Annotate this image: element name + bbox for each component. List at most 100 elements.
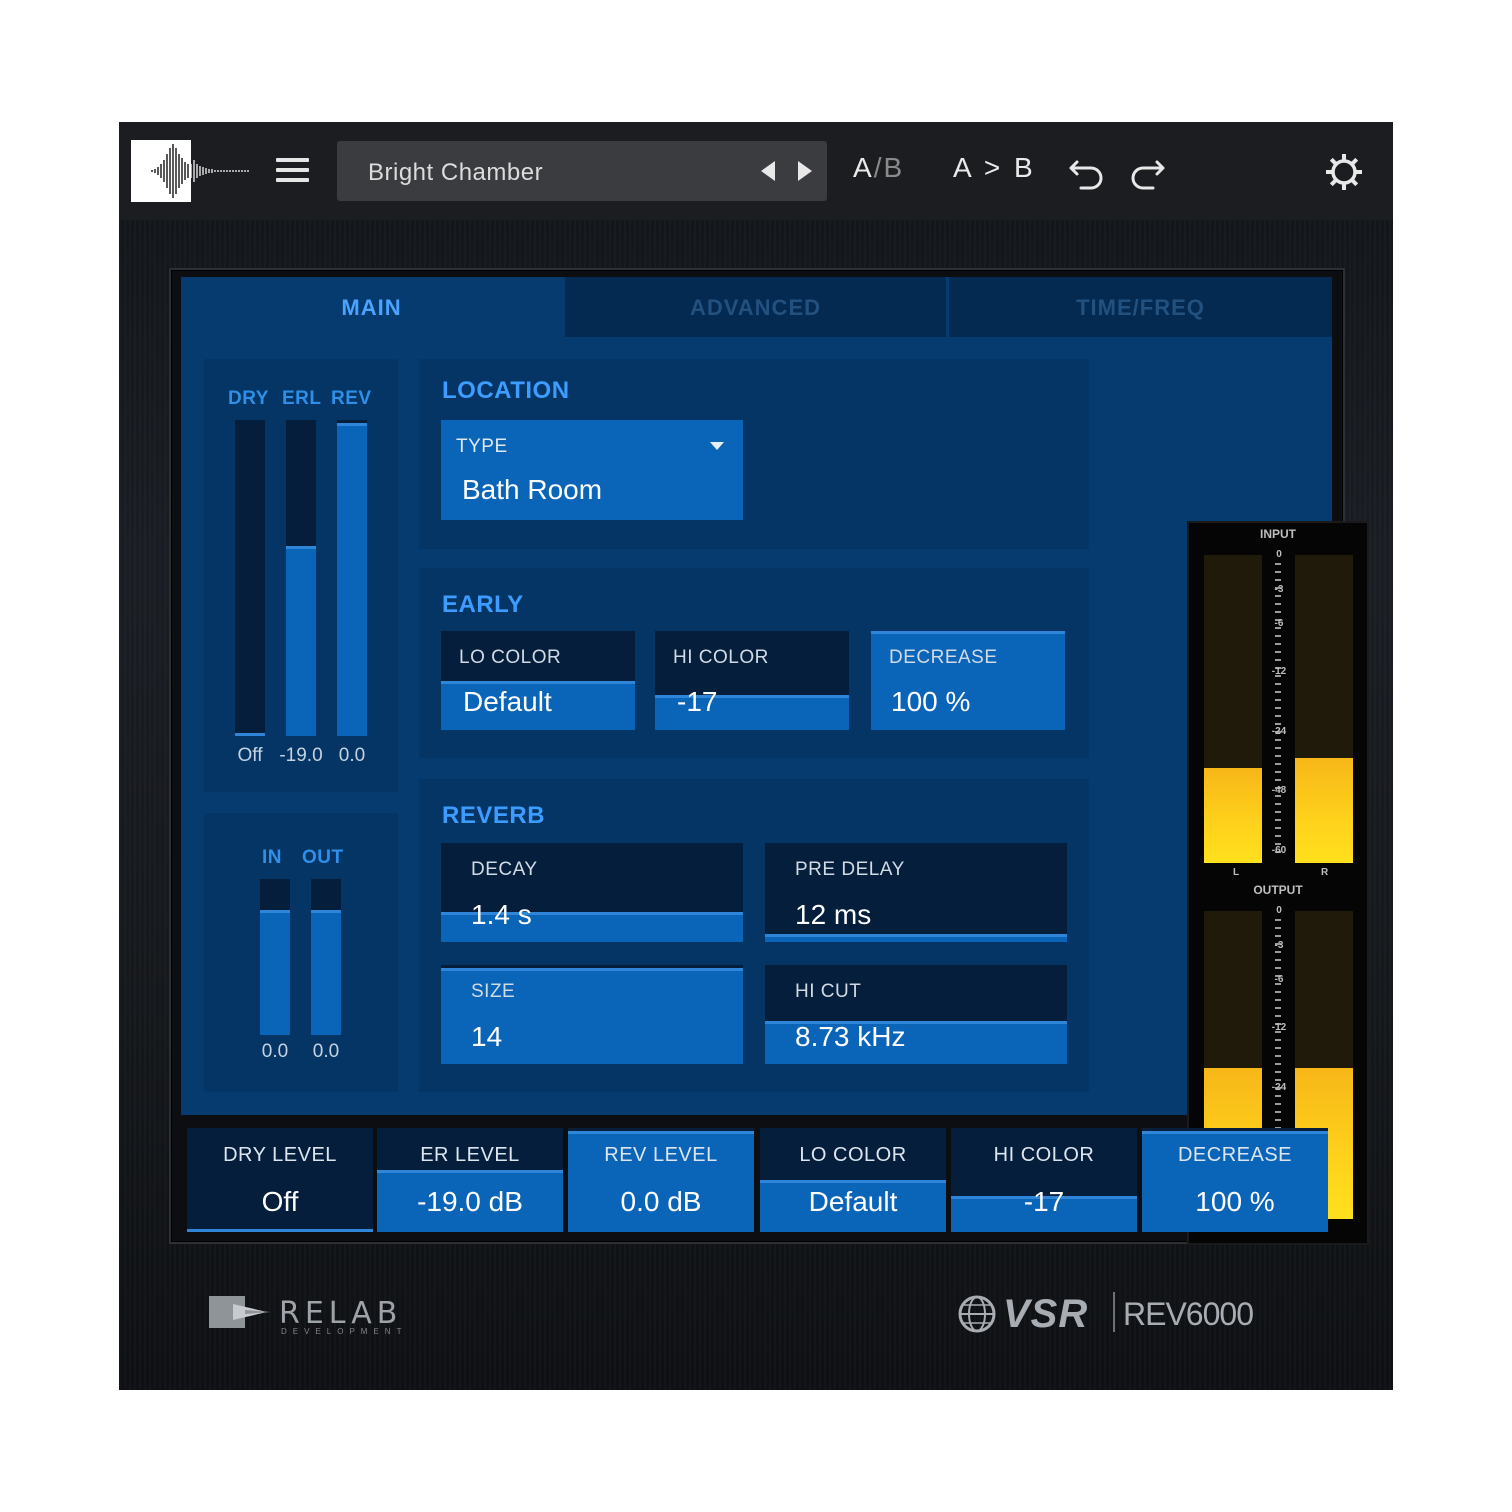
reverb-size-control[interactable]: SIZE 14	[441, 965, 743, 1064]
reverb-decay-label: DECAY	[471, 859, 538, 880]
bottom-decrease-value: 100 %	[1195, 1186, 1275, 1217]
relab-subtitle: DEVELOPMENT	[281, 1327, 408, 1336]
vsr-wordmark: VSR	[1003, 1292, 1089, 1336]
meter-scale-label: -48	[1271, 785, 1287, 797]
out-level-value: 0.0	[312, 1041, 340, 1062]
meter-scale-label: -6	[1274, 974, 1284, 986]
erl-level-slider[interactable]	[286, 420, 316, 736]
top-toolbar: Bright Chamber A/B A > B	[119, 122, 1393, 220]
relab-mark-icon	[209, 1296, 271, 1328]
output-meter-title: OUTPUT	[1253, 883, 1303, 897]
meter-scale-label: 0	[1276, 905, 1282, 916]
out-meter-label: OUT	[302, 847, 344, 868]
reverb-hi-cut-value: 8.73 kHz	[795, 1021, 906, 1052]
early-lo-color-control[interactable]: LO COLOR Default	[441, 631, 635, 730]
input-right-label: R	[1321, 867, 1329, 878]
out-level-slider[interactable]	[311, 879, 341, 1035]
tab-time-freq[interactable]: TIME/FREQ	[949, 277, 1332, 337]
preset-next-arrow-icon[interactable]	[798, 161, 812, 181]
a-to-b-copy-button[interactable]: A > B	[953, 152, 1036, 184]
reverb-pre-delay-label: PRE DELAY	[795, 859, 905, 880]
bottom-decrease-label: DECREASE	[1177, 1144, 1293, 1166]
meter-scale-label: -24	[1271, 725, 1287, 737]
reverb-decay-value: 1.4 s	[471, 899, 532, 930]
early-lo-color-value: Default	[463, 686, 552, 717]
ab-toggle-b: B	[883, 152, 905, 183]
vsr-rev6000-logo: VSR REV6000	[957, 1290, 1317, 1340]
tab-advanced[interactable]: ADVANCED	[565, 277, 946, 337]
early-hi-color-control[interactable]: HI COLOR -17	[655, 631, 849, 730]
globe-icon	[958, 1295, 996, 1333]
bottom-lo-color-value: Default	[808, 1186, 898, 1217]
bottom-hi-color-value: -17	[1023, 1186, 1065, 1217]
bottom-rev-level-label: REV LEVEL	[604, 1144, 718, 1166]
early-decrease-value: 100 %	[891, 686, 971, 717]
meter-scale-label: -6	[1274, 618, 1284, 630]
dry-level-slider[interactable]	[235, 420, 265, 736]
location-type-label: TYPE	[456, 436, 508, 457]
preset-selector[interactable]: Bright Chamber	[337, 141, 827, 201]
bottom-dry-level-label: DRY LEVEL	[223, 1144, 337, 1166]
early-decrease-label: DECREASE	[889, 647, 998, 668]
reverb-hi-cut-control[interactable]: HI CUT 8.73 kHz	[765, 965, 1067, 1064]
erl-meter-label: ERL	[282, 388, 322, 409]
ab-toggle-sep: /	[873, 152, 884, 183]
early-lo-color-label: LO COLOR	[459, 647, 562, 668]
bottom-er-level-value: -19.0 dB	[417, 1186, 523, 1217]
early-hi-color-value: -17	[677, 686, 718, 717]
rev-level-slider[interactable]	[337, 420, 367, 736]
input-scale-ticks	[1275, 563, 1281, 859]
bottom-dry-level-fill	[187, 1228, 373, 1232]
dry-meter-label: DRY	[228, 388, 269, 409]
input-meter-left	[1204, 555, 1262, 863]
meter-scale-label: 0	[1276, 549, 1282, 560]
tab-main[interactable]: MAIN	[181, 277, 562, 337]
ab-toggle-button[interactable]: A/B	[853, 152, 904, 184]
hamburger-menu-icon[interactable]	[276, 158, 309, 184]
reverb-hi-cut-label: HI CUT	[795, 981, 862, 1002]
in-level-slider[interactable]	[260, 879, 290, 1035]
early-hi-color-label: HI COLOR	[673, 647, 769, 668]
reverb-pre-delay-value: 12 ms	[795, 899, 872, 930]
bottom-decrease-control[interactable]: DECREASE 100 %	[1142, 1128, 1328, 1232]
rev-level-fill	[337, 423, 367, 736]
bottom-hi-color-control[interactable]: HI COLOR -17	[951, 1128, 1137, 1232]
bottom-dry-level-control[interactable]: DRY LEVEL Off	[187, 1128, 373, 1232]
meter-scale-label: -12	[1271, 1022, 1287, 1034]
bottom-lo-color-control[interactable]: LO COLOR Default	[760, 1128, 946, 1232]
waveform-logo-icon[interactable]	[131, 140, 191, 202]
relab-wordmark: RELAB	[279, 1296, 403, 1331]
rev-level-value: 0.0	[338, 745, 366, 766]
plugin-window: Bright Chamber A/B A > B MAIN ADVANCED T…	[119, 122, 1393, 1390]
preset-name: Bright Chamber	[368, 159, 544, 186]
reverb-size-label: SIZE	[471, 981, 516, 1002]
bottom-dry-level-value: Off	[261, 1186, 299, 1217]
input-meter-right-fill	[1295, 758, 1353, 863]
meter-scale-label: -3	[1274, 583, 1284, 595]
product-name: REV6000	[1123, 1296, 1254, 1332]
reverb-title: REVERB	[442, 802, 546, 829]
gear-icon[interactable]	[1324, 152, 1364, 192]
rev-meter-label: REV	[331, 388, 372, 409]
input-meter-left-fill	[1204, 767, 1262, 863]
bottom-er-level-control[interactable]: ER LEVEL -19.0 dB	[377, 1128, 563, 1232]
location-type-dropdown[interactable]: TYPE Bath Room	[441, 420, 743, 520]
redo-icon[interactable]	[1127, 150, 1167, 190]
in-level-value: 0.0	[261, 1041, 289, 1062]
bottom-rev-level-control[interactable]: REV LEVEL 0.0 dB	[568, 1128, 754, 1232]
out-level-fill	[311, 910, 341, 1035]
early-decrease-control[interactable]: DECREASE 100 %	[871, 631, 1065, 730]
input-left-label: L	[1233, 867, 1240, 878]
reverb-size-value: 14	[471, 1021, 503, 1052]
undo-icon[interactable]	[1067, 150, 1107, 190]
reverb-pre-delay-control[interactable]: PRE DELAY 12 ms	[765, 843, 1067, 942]
location-title: LOCATION	[442, 377, 570, 404]
reverb-decay-control[interactable]: DECAY 1.4 s	[441, 843, 743, 942]
tab-bar: MAIN ADVANCED TIME/FREQ	[181, 277, 1332, 337]
ab-toggle-a: A	[853, 152, 874, 183]
early-title: EARLY	[442, 591, 524, 618]
preset-prev-arrow-icon[interactable]	[761, 161, 775, 181]
input-meter-right	[1295, 555, 1353, 863]
meter-scale-label: -3	[1274, 939, 1284, 951]
in-meter-label: IN	[262, 847, 282, 868]
